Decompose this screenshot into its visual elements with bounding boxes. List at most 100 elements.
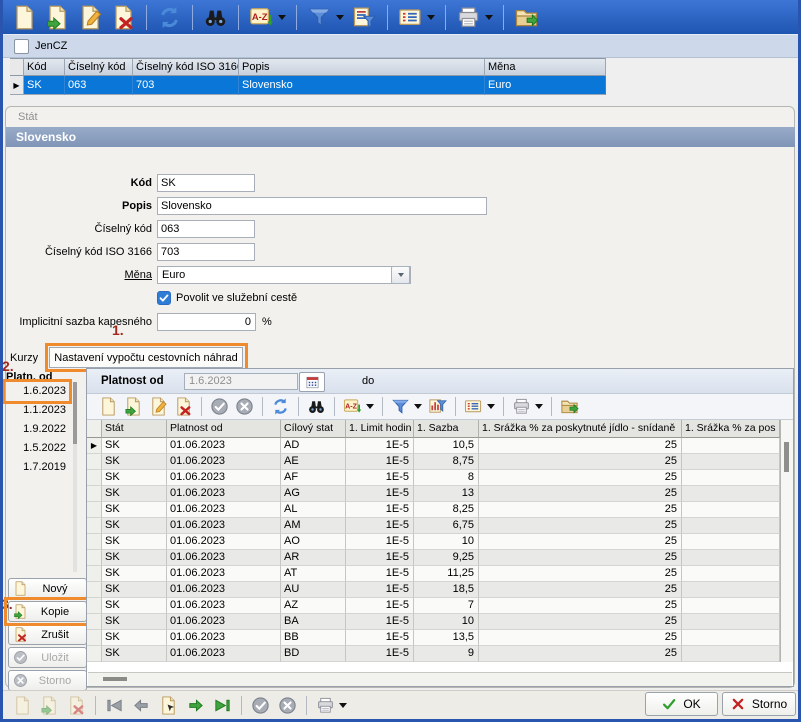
povolit-checkbox[interactable] xyxy=(157,291,171,305)
filter-button[interactable] xyxy=(305,2,346,32)
kopie-side-button[interactable]: Kopie xyxy=(8,601,87,622)
dropdown-arrow-icon xyxy=(414,404,422,409)
doc-edit-button[interactable] xyxy=(147,396,170,418)
doc-delete-icon xyxy=(13,627,28,642)
rates-table-row[interactable]: SK01.06.2023AL1E-58,2525 xyxy=(87,502,780,518)
doc-edit-button[interactable] xyxy=(76,2,105,32)
kapesne-field[interactable] xyxy=(157,313,256,331)
filter-list-button[interactable] xyxy=(350,2,379,32)
nov-side-button[interactable]: Nový xyxy=(8,578,87,599)
rates-table-row[interactable]: SK01.06.2023AR1E-59,2525 xyxy=(87,550,780,566)
filter-button[interactable] xyxy=(389,396,424,418)
sort-az-button[interactable]: A-Z xyxy=(247,2,288,32)
doc-new-icon xyxy=(13,581,28,596)
printer-button[interactable] xyxy=(314,690,349,720)
kod-field[interactable] xyxy=(157,174,255,192)
validity-scrollbar-thumb[interactable] xyxy=(73,382,77,444)
country-table-selected-row[interactable]: ▶SK063703SlovenskoEuro xyxy=(10,76,606,95)
tab-nastaveni-nahrad[interactable]: Nastavení vypočtu cestovních náhrad xyxy=(49,347,243,368)
sort-az-button[interactable]: A-Z xyxy=(341,396,376,418)
popis-field[interactable] xyxy=(157,197,487,215)
zruit-side-button[interactable]: Zrušit xyxy=(8,624,87,645)
validity-list: 1.6.20231.1.20231.9.20221.5.20221.7.2019 xyxy=(4,382,68,477)
circle-check-button[interactable] xyxy=(249,690,272,720)
doc-copy-button[interactable] xyxy=(122,396,145,418)
printer-icon xyxy=(316,696,335,715)
circle-cross-button[interactable] xyxy=(233,396,256,418)
storno-label: Storno xyxy=(752,697,787,711)
printer-button[interactable] xyxy=(454,2,495,32)
printer-button[interactable] xyxy=(510,396,545,418)
doc-copy-button[interactable] xyxy=(38,690,61,720)
rates-column-header[interactable]: 1. Limit hodin xyxy=(346,420,414,438)
country-column-header[interactable]: Popis xyxy=(239,58,485,76)
validity-item[interactable]: 1.9.2022 xyxy=(4,420,68,439)
circle-check-button[interactable] xyxy=(208,396,231,418)
chart-filter-button[interactable] xyxy=(426,396,449,418)
doc-new-button[interactable] xyxy=(10,2,39,32)
binoculars-button[interactable] xyxy=(305,396,328,418)
columns-button[interactable] xyxy=(396,2,437,32)
rates-column-header[interactable]: 1. Srážka % za pos xyxy=(682,420,780,438)
rates-table-row[interactable]: SK01.06.2023BB1E-513,525 xyxy=(87,630,780,646)
validity-item-selected[interactable]: 1.6.2023 xyxy=(4,382,68,401)
doc-new-button[interactable] xyxy=(97,396,120,418)
rates-table-row[interactable]: SK01.06.2023AO1E-51025 xyxy=(87,534,780,550)
jencz-checkbox[interactable] xyxy=(14,39,29,54)
validity-item[interactable]: 1.7.2019 xyxy=(4,458,68,477)
rates-hscrollbar-track[interactable] xyxy=(88,672,792,686)
rates-column-header[interactable]: Platnost od xyxy=(167,420,281,438)
rates-table-row[interactable]: SK01.06.2023AE1E-58,7525 xyxy=(87,454,780,470)
export-button[interactable] xyxy=(512,2,541,32)
validity-item[interactable]: 1.5.2022 xyxy=(4,439,68,458)
tab-kurzy[interactable]: Kurzy xyxy=(10,350,38,366)
nav-first-button[interactable] xyxy=(103,690,126,720)
mena-combo[interactable]: Euro xyxy=(157,266,411,284)
country-column-header[interactable]: Kód xyxy=(24,58,65,76)
export-button[interactable] xyxy=(558,396,581,418)
validity-item[interactable]: 1.1.2023 xyxy=(4,401,68,420)
doc-new-button[interactable] xyxy=(11,690,34,720)
rates-cell: AE xyxy=(281,454,346,470)
nav-next-button[interactable] xyxy=(184,690,207,720)
ciselny-kod-field[interactable] xyxy=(157,220,255,238)
rates-vscrollbar-thumb[interactable] xyxy=(784,442,789,472)
rates-table-row[interactable]: SK01.06.2023AU1E-518,525 xyxy=(87,582,780,598)
doc-select-button[interactable] xyxy=(157,690,180,720)
ok-button[interactable]: OK xyxy=(645,692,718,716)
doc-delete-button[interactable] xyxy=(109,2,138,32)
rates-table-row[interactable]: SK01.06.2023AT1E-511,2525 xyxy=(87,566,780,582)
binoculars-button[interactable] xyxy=(201,2,230,32)
rates-table-row[interactable]: SK01.06.2023AZ1E-5725 xyxy=(87,598,780,614)
country-column-header[interactable]: Číselný kód ISO 3166 xyxy=(133,58,239,76)
country-column-header[interactable]: Číselný kód xyxy=(65,58,133,76)
iso-kod-field[interactable] xyxy=(157,243,255,261)
nav-last-button[interactable] xyxy=(211,690,234,720)
mena-dropdown-button[interactable] xyxy=(391,266,410,284)
rates-table-row[interactable]: SK01.06.2023BA1E-51025 xyxy=(87,614,780,630)
rates-column-header[interactable]: Stát xyxy=(102,420,167,438)
doc-delete-button[interactable] xyxy=(65,690,88,720)
rates-cell: 7 xyxy=(414,598,479,614)
doc-copy-button[interactable] xyxy=(43,2,72,32)
refresh-button[interactable] xyxy=(269,396,292,418)
platnost-od-field[interactable] xyxy=(184,373,298,390)
rates-table-row[interactable]: ▶SK01.06.2023AD1E-510,525 xyxy=(87,438,780,454)
circle-cross-button[interactable] xyxy=(276,690,299,720)
rates-column-header[interactable]: 1. Sazba xyxy=(414,420,479,438)
rates-table-row[interactable]: SK01.06.2023AM1E-56,7525 xyxy=(87,518,780,534)
calendar-button[interactable] xyxy=(299,372,325,392)
rates-hscrollbar-thumb[interactable] xyxy=(103,677,127,681)
refresh-button[interactable] xyxy=(155,2,184,32)
mena-label[interactable]: Měna xyxy=(8,266,152,284)
columns-button[interactable] xyxy=(462,396,497,418)
rates-table-row[interactable]: SK01.06.2023BD1E-5925 xyxy=(87,646,780,662)
rates-table-row[interactable]: SK01.06.2023AF1E-5825 xyxy=(87,470,780,486)
rates-column-header[interactable]: Cílový stat xyxy=(281,420,346,438)
rates-column-header[interactable]: 1. Srážka % za poskytnuté jídlo - snídan… xyxy=(479,420,682,438)
country-column-header[interactable]: Měna xyxy=(485,58,606,76)
doc-delete-button[interactable] xyxy=(172,396,195,418)
rates-table-row[interactable]: SK01.06.2023AG1E-51325 xyxy=(87,486,780,502)
nav-prev-button[interactable] xyxy=(130,690,153,720)
storno-button[interactable]: Storno xyxy=(722,692,796,716)
